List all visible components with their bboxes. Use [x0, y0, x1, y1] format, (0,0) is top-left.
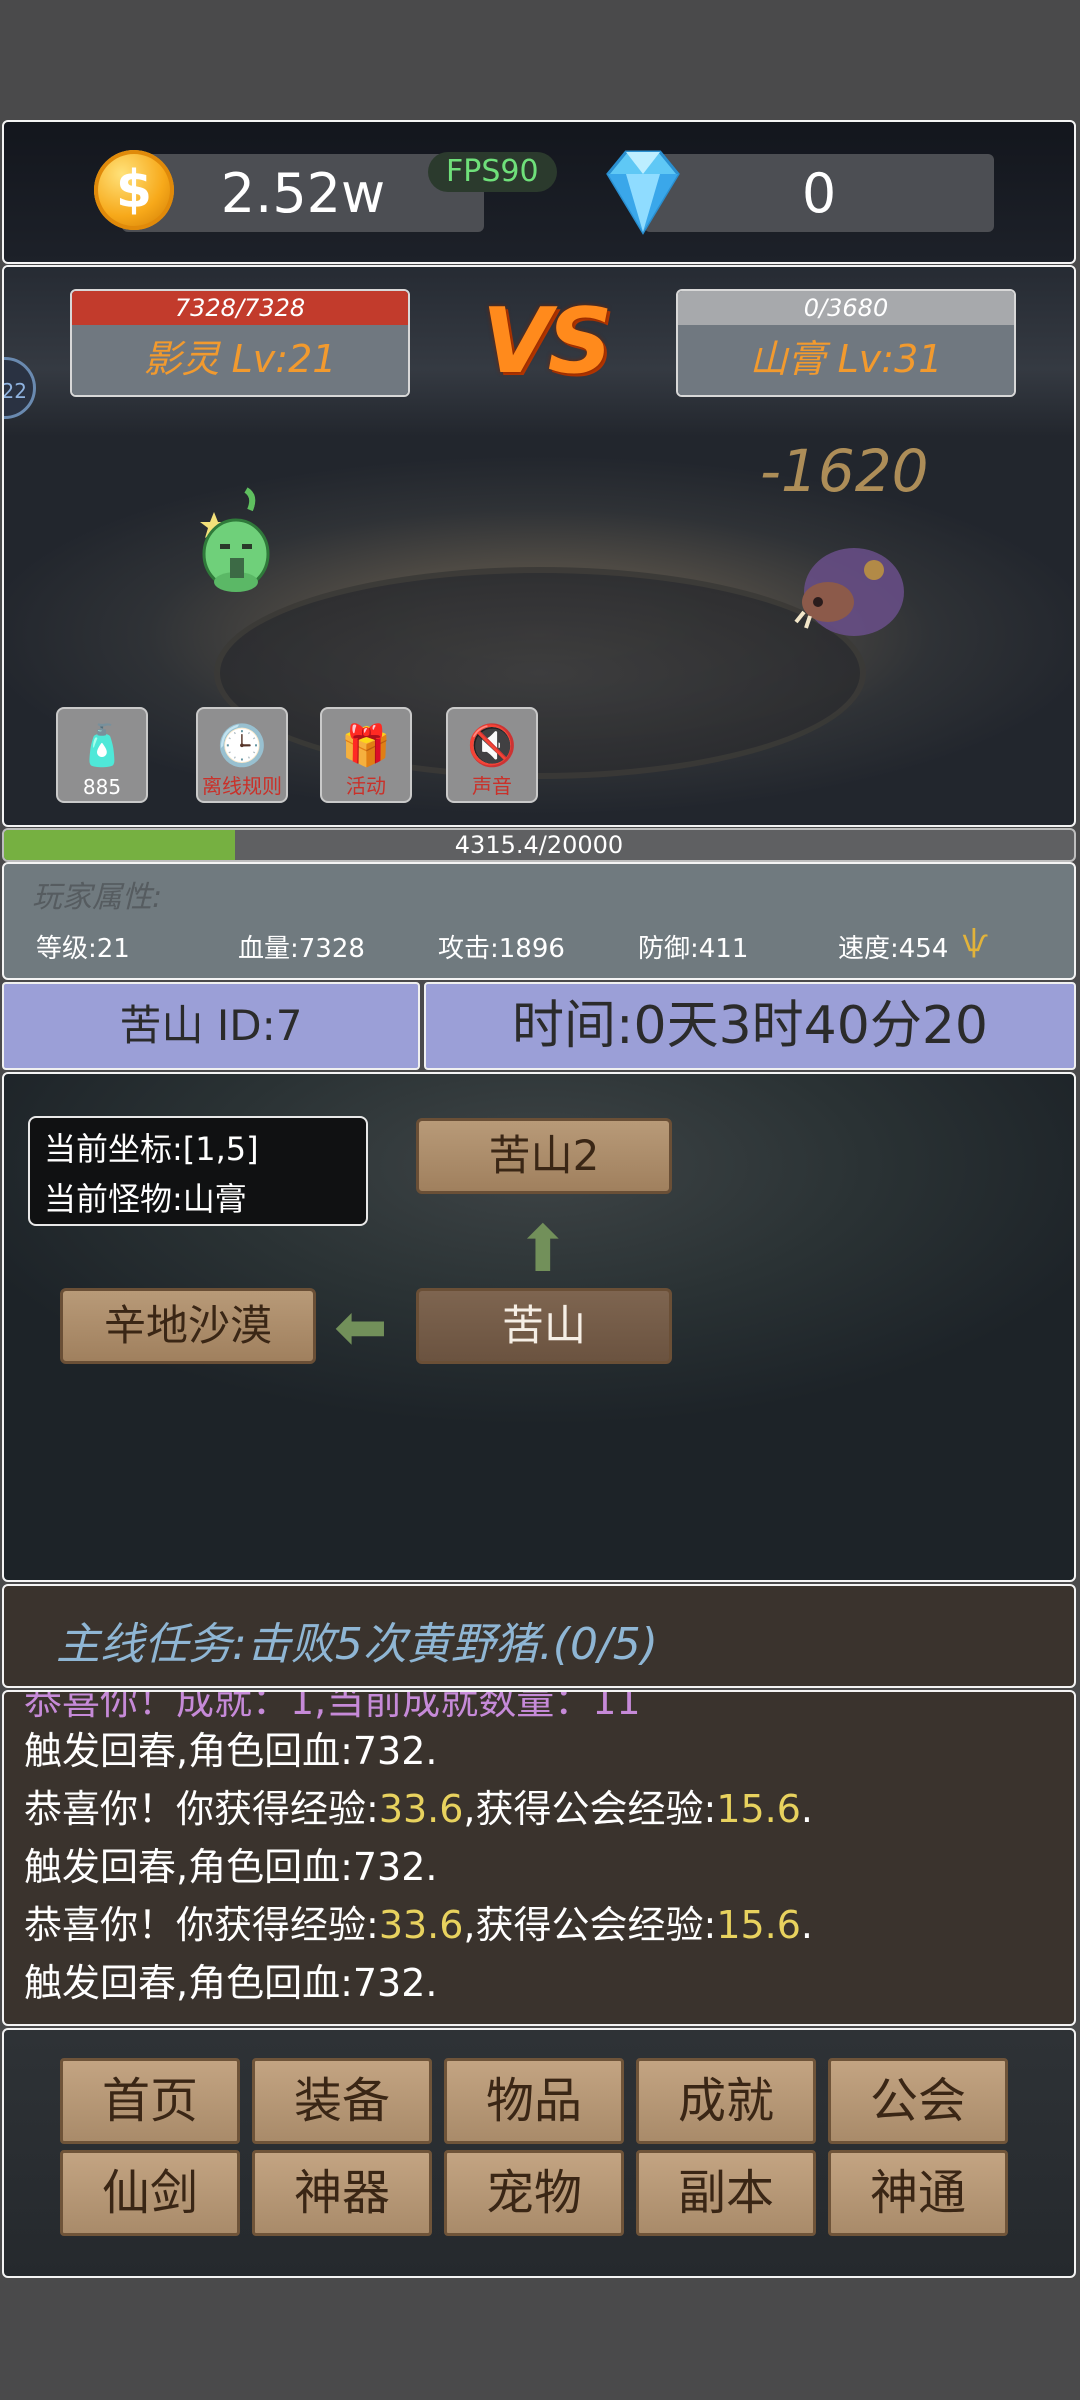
- player-ghost-sprite: [200, 487, 270, 592]
- nav-equipment-button[interactable]: 装备: [252, 2058, 432, 2144]
- stat-defense: 防御:411: [638, 934, 749, 964]
- nav-achievements-button[interactable]: 成就: [636, 2058, 816, 2144]
- main-quest-text: 主线任务:击败5次黄野猪.(0/5): [56, 1619, 658, 1670]
- guild-exp-value: 15.6: [716, 1787, 801, 1831]
- vs-label: VS: [482, 289, 612, 394]
- arena-floor: [214, 567, 866, 779]
- offline-rules-button[interactable]: 🕒 离线规则: [196, 707, 288, 803]
- nav-guild-button[interactable]: 公会: [828, 2058, 1008, 2144]
- bottom-navigation: 首页 装备 物品 成就 公会 仙剑 神器 宠物 副本 神通: [2, 2028, 1076, 2278]
- stat-hp: 血量:7328: [238, 934, 365, 964]
- potion-icon: 🧴: [77, 723, 127, 769]
- sound-toggle-button[interactable]: 🔇 声音: [446, 707, 538, 803]
- nav-artifact-button[interactable]: 神器: [252, 2150, 432, 2236]
- log-line-text: 恭喜你！你获得经验:: [24, 1787, 379, 1831]
- arrow-left-icon: ⬅: [334, 1291, 388, 1365]
- player-hp-bar: 7328/7328: [72, 291, 408, 325]
- enemy-hp-bar: 0/3680: [678, 291, 1014, 325]
- current-coordinates: 当前坐标:[1,5]: [44, 1130, 259, 1168]
- nav-dungeon-button[interactable]: 副本: [636, 2150, 816, 2236]
- gold-coin-symbol: $: [115, 160, 153, 220]
- gold-coin-icon: $: [94, 150, 174, 230]
- activity-button[interactable]: 🎁 活动: [320, 707, 412, 803]
- gift-card-icon: 🎁: [341, 723, 391, 769]
- log-line-text: .: [800, 1787, 814, 1831]
- log-line: 恭喜你！你获得经验:33.6,获得公会经验:15.6.: [24, 1894, 813, 1949]
- activity-label: 活动: [346, 774, 386, 798]
- nav-items-button[interactable]: 物品: [444, 2058, 624, 2144]
- player-status: 7328/7328 影灵 Lv:21: [70, 289, 410, 397]
- currency-bar: 2.52w $ FPS90 0: [2, 120, 1076, 264]
- log-line: 触发回春,角色回血:732.: [24, 1720, 438, 1775]
- enemy-name: 山膏 Lv:31: [678, 325, 1014, 395]
- game-time: 时间:0天3时40分20: [424, 982, 1076, 1070]
- damage-number: -1620: [760, 437, 929, 505]
- exp-gain-value: 33.6: [378, 1787, 464, 1831]
- battle-scene: 22 7328/7328 影灵 Lv:21 VS 0/3680 山膏 Lv:31…: [2, 265, 1076, 827]
- player-name: 影灵 Lv:21: [72, 325, 408, 395]
- map-node-kushan2[interactable]: 苦山2: [416, 1118, 672, 1194]
- sound-label: 声音: [472, 774, 512, 798]
- potion-count: 885: [82, 775, 122, 799]
- offline-rules-label: 离线规则: [202, 774, 282, 798]
- enemy-status: 0/3680 山膏 Lv:31: [676, 289, 1016, 397]
- nav-pets-button[interactable]: 宠物: [444, 2150, 624, 2236]
- map-node-xindi-desert[interactable]: 辛地沙漠: [60, 1288, 316, 1364]
- speed-boost-icon[interactable]: ѱ: [962, 924, 988, 959]
- stat-level: 等级:21: [36, 934, 130, 964]
- log-line-text: 恭喜你！你获得经验:: [24, 1903, 379, 1947]
- stat-attack: 攻击:1896: [438, 934, 565, 964]
- current-monster: 当前怪物:山膏: [44, 1180, 247, 1218]
- nav-divine-powers-button[interactable]: 神通: [828, 2150, 1008, 2236]
- nav-home-button[interactable]: 首页: [60, 2058, 240, 2144]
- log-line-text: ,获得公会经验:: [463, 1787, 717, 1831]
- arrow-up-icon: ⬆: [516, 1213, 570, 1287]
- attributes-title: 玩家属性:: [32, 880, 163, 915]
- gem-value: 0: [801, 161, 837, 225]
- main-quest-panel[interactable]: 主线任务:击败5次黄野猪.(0/5): [2, 1584, 1076, 1688]
- log-line-text: .: [800, 1903, 814, 1947]
- battle-log[interactable]: 恭喜你！成就：1,当前成就数量：11 触发回春,角色回血:732. 恭喜你！你获…: [2, 1690, 1076, 2026]
- exp-progress-text: 4315.4/20000: [454, 831, 624, 859]
- log-line-text: ,获得公会经验:: [463, 1903, 717, 1947]
- log-line: 恭喜你！你获得经验:33.6,获得公会经验:15.6.: [24, 1778, 813, 1833]
- side-orb-label: 22: [2, 379, 27, 403]
- exp-gain-value: 33.6: [378, 1903, 464, 1947]
- log-line: 触发回春,角色回血:732.: [24, 1836, 438, 1891]
- potion-item-button[interactable]: 🧴 885: [56, 707, 148, 803]
- player-attributes-panel: 玩家属性: 等级:21 血量:7328 攻击:1896 防御:411 速度:45…: [2, 862, 1076, 980]
- location-label: 苦山 ID:7: [2, 982, 420, 1070]
- clock-icon: 🕒: [217, 723, 267, 769]
- gold-value: 2.52w: [220, 161, 386, 225]
- exp-progress-bar: 4315.4/20000: [2, 828, 1076, 862]
- gem-display: 0: [644, 154, 994, 232]
- speaker-muted-icon: 🔇: [467, 723, 517, 769]
- guild-exp-value: 15.6: [716, 1903, 801, 1947]
- position-info-box: 当前坐标:[1,5] 当前怪物:山膏: [28, 1116, 368, 1226]
- log-line-text: 触发回春,角色回血:732.: [24, 1961, 438, 2005]
- stat-speed: 速度:454: [838, 934, 949, 964]
- enemy-boar-sprite: [794, 548, 904, 636]
- diamond-icon: [606, 150, 680, 235]
- map-node-current[interactable]: 苦山: [416, 1288, 672, 1364]
- log-line-text: 触发回春,角色回血:732.: [24, 1729, 438, 1773]
- log-line: 触发回春,角色回血:732.: [24, 1952, 438, 2007]
- fps-counter: FPS90: [428, 152, 557, 192]
- map-panel: 当前坐标:[1,5] 当前怪物:山膏 苦山2 ⬆ 辛地沙漠 ⬅ 苦山: [2, 1072, 1076, 1582]
- log-line-text: 触发回春,角色回血:732.: [24, 1845, 438, 1889]
- nav-immortal-sword-button[interactable]: 仙剑: [60, 2150, 240, 2236]
